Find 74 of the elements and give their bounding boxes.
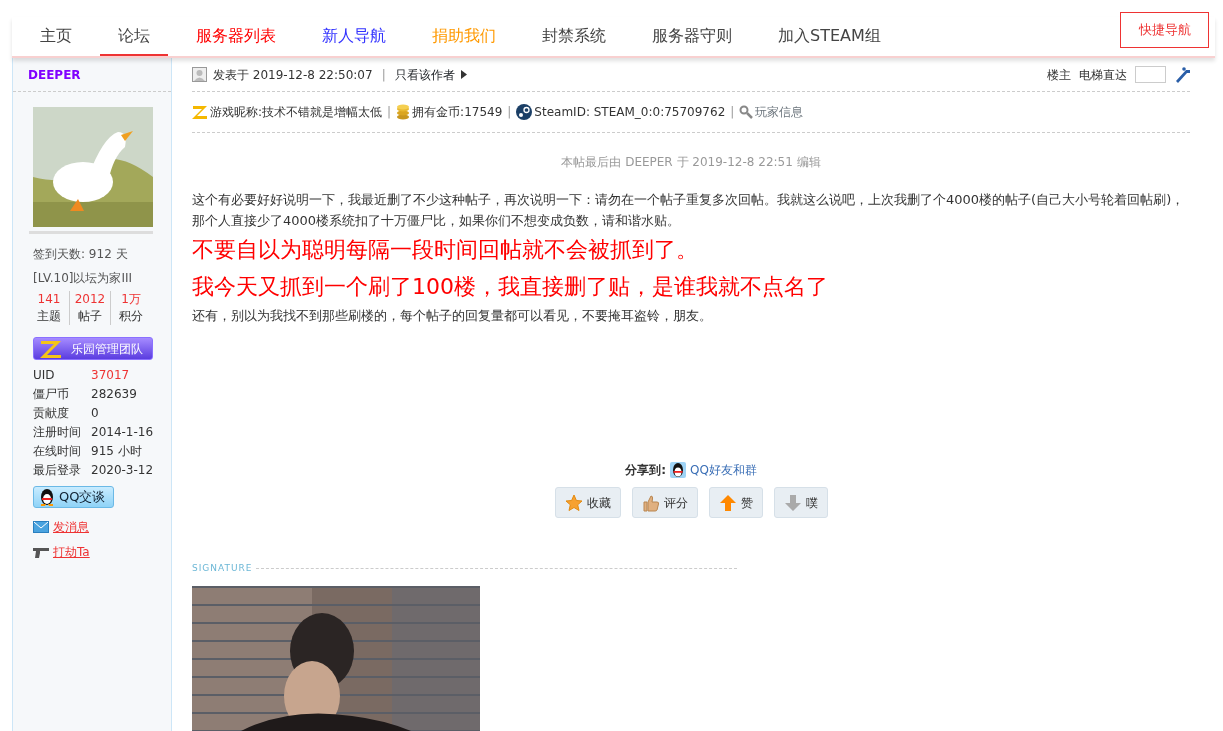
field-value: 282639 (91, 386, 137, 403)
triangle-icon (460, 70, 467, 79)
penguin-icon (38, 488, 56, 506)
info-text: 拥有金币:17549 (412, 104, 503, 121)
separator: | (507, 104, 512, 121)
signature-label: SIGNATURE (192, 562, 253, 575)
stat-label: 积分 (118, 308, 144, 325)
stat-label: 主题 (36, 308, 62, 325)
user-level: [LV.10]以坛为家III (33, 270, 134, 287)
player-info-link[interactable]: 玩家信息 (755, 103, 804, 121)
field-label: UID (33, 367, 56, 384)
info-text: 游戏昵称:技术不错就是增幅太低 (210, 104, 383, 121)
action-link[interactable]: 打劫Ta (53, 543, 90, 561)
nav-link[interactable]: 新人导航 (304, 17, 404, 56)
separator: | (381, 66, 386, 84)
post-action-button[interactable]: 噗 (773, 487, 828, 518)
thumb-icon (641, 493, 660, 512)
checkin-days: 签到天数: 912 天 (33, 242, 171, 266)
post-action-button[interactable]: 收藏 (554, 487, 621, 518)
z-logo-icon (39, 338, 63, 359)
share-qq-link[interactable]: QQ好友和群 (689, 461, 757, 479)
field-value[interactable]: 37017 (91, 366, 130, 385)
post-action-button[interactable]: 赞 (708, 487, 763, 518)
alert-text: 不要自以为聪明每隔一段时间回帖就不会被抓到了。 (192, 236, 699, 264)
steam-icon (516, 104, 533, 120)
up-arrow-icon (718, 493, 737, 512)
nav-link[interactable]: 封禁系统 (524, 17, 624, 56)
edit-note: 本帖最后由 DEEPER 于 2019-12-8 22:51 编辑 (560, 154, 822, 171)
stat-value[interactable]: 2012 (70, 291, 110, 308)
post-paragraph: 还有，别以为我找不到那些刷楼的，每个帖子的回复量都可以看见，不要掩耳盗铃，朋友。 (192, 307, 713, 325)
field-label: 最后登录 (33, 462, 82, 479)
post-paragraph: 这个有必要好好说明一下，我最近删了不少这种帖子，再次说明一下：请勿在一个帖子重复多次回帖。我就这么说吧，上次我删了个4000楼的帖子(自己大小号轮着回帖刷)，那个人直接少了4000楼系统扣了十万僵尸比，如果你们不想变成负数，请和谐水贴。 (192, 191, 1186, 230)
escalator-icon (1174, 66, 1190, 83)
separator: | (387, 104, 392, 121)
group-name: 乐园管理团队 (71, 340, 143, 358)
qq-chat-button[interactable]: QQ交谈 (33, 486, 115, 508)
author-only-link[interactable]: 只看该作者 (394, 65, 455, 84)
penguin-icon (669, 462, 686, 478)
field-label: 在线时间 (33, 443, 82, 460)
field-label: 贡献度 (33, 405, 70, 422)
field-value: 2014-1-16 (91, 424, 154, 441)
nav-link[interactable]: 加入STEAM组 (760, 17, 899, 56)
quick-nav-button[interactable]: 快捷导航 (1120, 12, 1209, 48)
alert-text: 我今天又抓到一个刷了100楼，我直接删了贴，是谁我就不点名了 (192, 273, 829, 301)
field-label: 注册时间 (33, 424, 82, 441)
field-value: 915 小时 (91, 443, 142, 460)
info-text: SteamID: STEAM_0:0:75709762 (534, 104, 726, 121)
field-value: 0 (91, 405, 99, 422)
nav-link[interactable]: 服务器守则 (634, 17, 750, 56)
jump-label: 电梯直达 (1079, 66, 1127, 84)
mail-icon (33, 521, 49, 533)
share-label: 分享到: (625, 462, 666, 479)
nav-link[interactable]: 服务器列表 (178, 17, 294, 56)
stat-value[interactable]: 1万 (111, 291, 151, 308)
stat-value[interactable]: 141 (29, 291, 69, 308)
nav-link[interactable]: 论坛 (100, 17, 168, 56)
search-icon (739, 105, 754, 119)
field-value: 2020-3-12 (91, 462, 154, 479)
separator: | (730, 104, 735, 121)
author-name[interactable]: DEEPER (13, 58, 171, 92)
action-link[interactable]: 发消息 (53, 518, 89, 536)
user-icon (192, 67, 207, 82)
star-icon (564, 493, 583, 512)
gun-icon (33, 546, 49, 558)
floor-label: 楼主 (1047, 66, 1071, 84)
stat-label: 帖子 (77, 308, 103, 325)
coins-icon (396, 104, 411, 120)
down-arrow-icon (783, 493, 802, 512)
floor-input[interactable] (1135, 66, 1166, 83)
z-icon (192, 105, 208, 119)
field-label: 僵尸币 (33, 386, 70, 403)
post-action-button[interactable]: 评分 (631, 487, 698, 518)
nav-link[interactable]: 主页 (22, 17, 90, 56)
post-time: 发表于 2019-12-8 22:50:07 (213, 66, 373, 84)
